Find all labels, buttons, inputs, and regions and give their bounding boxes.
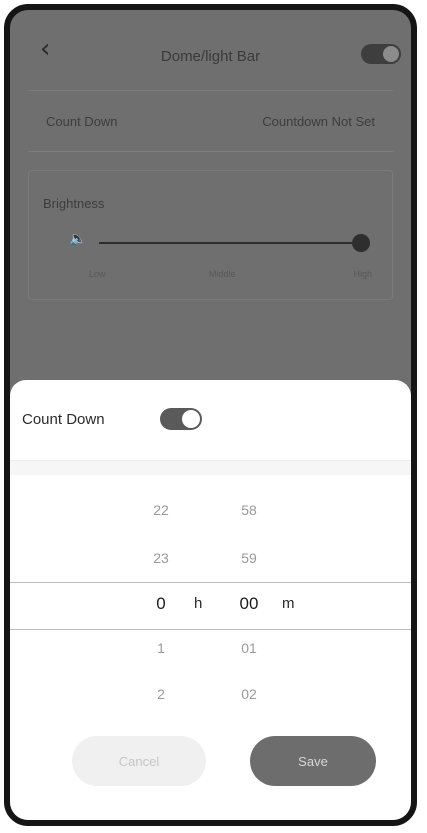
time-picker[interactable]: 22 23 0 h 1 2 58 59 00 m 01 02 bbox=[10, 474, 411, 734]
hour-selected[interactable]: 0 bbox=[156, 594, 165, 614]
minute-option[interactable]: 58 bbox=[241, 502, 257, 518]
power-toggle[interactable] bbox=[361, 44, 401, 64]
hour-option[interactable]: 2 bbox=[157, 686, 165, 702]
header: ‹ Dome/light Bar bbox=[10, 10, 411, 98]
brightness-tick-low: Low bbox=[89, 269, 106, 279]
toggle-knob bbox=[182, 410, 200, 428]
hour-option[interactable]: 22 bbox=[153, 502, 169, 518]
toggle-knob bbox=[383, 46, 399, 62]
brightness-slider-thumb[interactable] bbox=[352, 234, 370, 252]
brightness-label: Brightness bbox=[43, 196, 105, 211]
countdown-toggle[interactable] bbox=[160, 408, 202, 430]
cancel-button[interactable]: Cancel bbox=[72, 736, 206, 786]
minute-unit: m bbox=[282, 595, 295, 612]
sheet-countdown-label: Count Down bbox=[22, 411, 105, 428]
picker-selection-band bbox=[10, 582, 411, 630]
countdown-sheet: Count Down 22 23 0 h 1 2 58 59 00 m 01 0… bbox=[10, 380, 411, 820]
brightness-tick-high: High bbox=[353, 269, 372, 279]
brightness-card: Brightness 🔈 Low Middle High bbox=[28, 170, 393, 300]
brightness-tick-middle: Middle bbox=[209, 269, 236, 279]
minute-option[interactable]: 59 bbox=[241, 550, 257, 566]
device-frame: ‹ Dome/light Bar Count Down Countdown No… bbox=[4, 4, 417, 826]
minute-selected[interactable]: 00 bbox=[240, 594, 259, 614]
countdown-row-value: Countdown Not Set bbox=[262, 114, 375, 129]
hour-option[interactable]: 23 bbox=[153, 550, 169, 566]
minute-option[interactable]: 01 bbox=[241, 640, 257, 656]
countdown-row[interactable]: Count Down Countdown Not Set bbox=[28, 90, 393, 152]
save-button[interactable]: Save bbox=[250, 736, 376, 786]
minute-option[interactable]: 02 bbox=[241, 686, 257, 702]
hour-unit: h bbox=[194, 595, 203, 612]
brightness-slider-track[interactable] bbox=[99, 242, 362, 244]
speaker-icon: 🔈 bbox=[69, 231, 87, 247]
countdown-row-label: Count Down bbox=[46, 114, 118, 129]
hour-option[interactable]: 1 bbox=[157, 640, 165, 656]
page-title: Dome/light Bar bbox=[160, 48, 261, 65]
divider bbox=[10, 460, 411, 475]
